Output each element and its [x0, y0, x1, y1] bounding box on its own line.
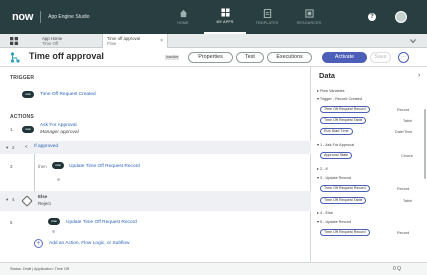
nav-my-apps[interactable]: MY APPS [204, 0, 246, 34]
user-avatar[interactable] [395, 11, 407, 23]
add-action-link[interactable]: Add an Action, Flow Logic, or Subflow [49, 241, 130, 246]
action-step-4-subtitle: Reject [38, 201, 51, 206]
data-pill-type: Table [403, 199, 413, 203]
app-window: now App Engine Studio HOME MY APPS TEMPL… [0, 0, 427, 275]
connector-dot [52, 230, 55, 233]
step-number: 5 [10, 220, 13, 225]
data-pill-type: Table [403, 119, 413, 123]
data-section-else[interactable]: ▸ 4 - Else [317, 210, 333, 215]
data-pill-type: Record [397, 231, 410, 235]
flow-title: Time off approval [29, 51, 104, 61]
status-bar: Status: Draft | Application: Time Off 0 … [0, 262, 427, 275]
servicenow-step-icon: now [48, 218, 60, 225]
collapse-step-2-icon[interactable]: ▾ [6, 145, 8, 151]
data-pill-table[interactable]: Time Off Request Table [320, 197, 367, 204]
tab-bar: App Home Time Off Time off approval Flow… [0, 34, 427, 48]
data-section-trigger[interactable]: ▾ Trigger - Record Created [317, 96, 362, 101]
action-step-1-subtitle: Manager approval [40, 130, 79, 135]
app-switcher-icon[interactable] [10, 37, 18, 45]
main-nav: HOME MY APPS TEMPLATES RESOURCES [162, 0, 330, 34]
resources-icon [304, 9, 314, 18]
flow-logic-chevron-icon: < [25, 144, 28, 149]
action-step-2-title[interactable]: If approved [34, 144, 58, 149]
home-icon [179, 9, 187, 18]
app-name: App Engine Studio [48, 14, 90, 20]
data-pill-type: Choice [401, 154, 413, 158]
action-step-3-title[interactable]: Update Time Off Request Record [69, 164, 140, 169]
data-section-approval[interactable]: ▾ 1 - Ask For Approval [317, 142, 354, 147]
close-tab-icon[interactable]: × [160, 38, 163, 44]
properties-button[interactable]: Properties [188, 52, 233, 63]
servicenow-logo[interactable]: now [12, 11, 33, 23]
nav-templates-label: TEMPLATES [255, 21, 279, 25]
data-pill-type: Record [397, 187, 410, 191]
collapse-step-4-icon[interactable]: ▾ [6, 197, 8, 203]
tab-app-home[interactable]: App Home Time Off [38, 34, 66, 48]
zoom-control[interactable]: 0 Q [393, 266, 401, 272]
data-panel-title: Data [319, 71, 336, 80]
nav-resources[interactable]: RESOURCES [288, 0, 330, 34]
data-pill-table[interactable]: Time Off Request Table [320, 117, 367, 124]
action-step-5-title[interactable]: Update Time Off Request Record [66, 220, 137, 225]
data-pill-type: Record [397, 108, 410, 112]
apps-grid-icon [220, 8, 230, 17]
step-number: 1 [10, 127, 13, 132]
data-pill-approval-state[interactable]: Approval State [320, 152, 353, 159]
servicenow-step-icon: now [22, 126, 34, 133]
flow-header: Time off approval Inactive Properties Te… [0, 48, 427, 67]
data-pill-run-start[interactable]: Run Start Time [320, 128, 353, 135]
header-divider [40, 11, 42, 23]
trigger-section-title: TRIGGER [10, 75, 35, 81]
data-panel: Data › ▸ Flow Variables ▾ Trigger - Reco… [311, 67, 427, 262]
nav-home[interactable]: HOME [162, 0, 204, 34]
add-step-icon[interactable]: + [34, 239, 43, 248]
data-pill-record[interactable]: Time Off Request Record [320, 185, 370, 192]
action-step-4-title[interactable]: Else [38, 194, 47, 199]
trigger-link[interactable]: Time Off Request Created [40, 92, 96, 97]
test-button[interactable]: Test [236, 52, 264, 63]
step-number: 2 [12, 145, 15, 150]
flow-icon [10, 52, 20, 63]
connector-dot [57, 178, 60, 181]
executions-button[interactable]: Executions [267, 52, 312, 63]
data-pill-record[interactable]: Time Off Request Record [320, 106, 370, 113]
tab-flow-subtitle: Flow [107, 41, 117, 46]
templates-icon [263, 9, 271, 18]
data-section-if[interactable]: ▸ 2 - If [317, 166, 328, 171]
data-section-flow-variables[interactable]: ▸ Flow Variables [317, 88, 345, 93]
more-options-button[interactable]: ⋯ [398, 52, 409, 63]
servicenow-step-icon: now [52, 162, 64, 169]
action-step-1-title[interactable]: Ask For Approval [40, 123, 77, 128]
activate-button[interactable]: Activate [322, 52, 367, 63]
data-pill-type: Date/Time [395, 130, 413, 134]
nav-home-label: HOME [177, 21, 189, 25]
nav-templates[interactable]: TEMPLATES [246, 0, 288, 34]
then-label: then [38, 164, 47, 169]
nav-my-apps-label: MY APPS [216, 20, 234, 24]
branch-line [34, 154, 35, 194]
data-section-update-3[interactable]: ▾ 3 - Update Record [317, 175, 351, 180]
actions-section-title: ACTIONS [10, 114, 34, 120]
flow-canvas: TRIGGER now Time Off Request Created ACT… [0, 67, 311, 262]
collapse-panel-icon[interactable]: › [418, 72, 420, 79]
data-section-update-5[interactable]: ▾ 5 - Update Record [317, 219, 351, 224]
chevron-down-icon[interactable] [410, 38, 416, 44]
help-icon[interactable]: ? [368, 13, 376, 21]
save-button[interactable]: Save [370, 52, 391, 63]
servicenow-step-icon: now [22, 91, 34, 98]
tab-flow[interactable]: Time off approval Flow × [102, 34, 168, 48]
step-number: 3 [10, 164, 13, 169]
status-text: Status: Draft | Application: Time Off [10, 267, 69, 271]
step-number: 4 [12, 197, 15, 202]
data-panel-scrollbar[interactable] [424, 109, 426, 179]
data-pill-record[interactable]: Time Off Request Record [320, 229, 370, 236]
tab-app-home-subtitle: Time Off [42, 41, 59, 46]
status-badge: Inactive [165, 55, 180, 60]
nav-resources-label: RESOURCES [296, 21, 322, 25]
global-header: now App Engine Studio HOME MY APPS TEMPL… [0, 0, 427, 34]
